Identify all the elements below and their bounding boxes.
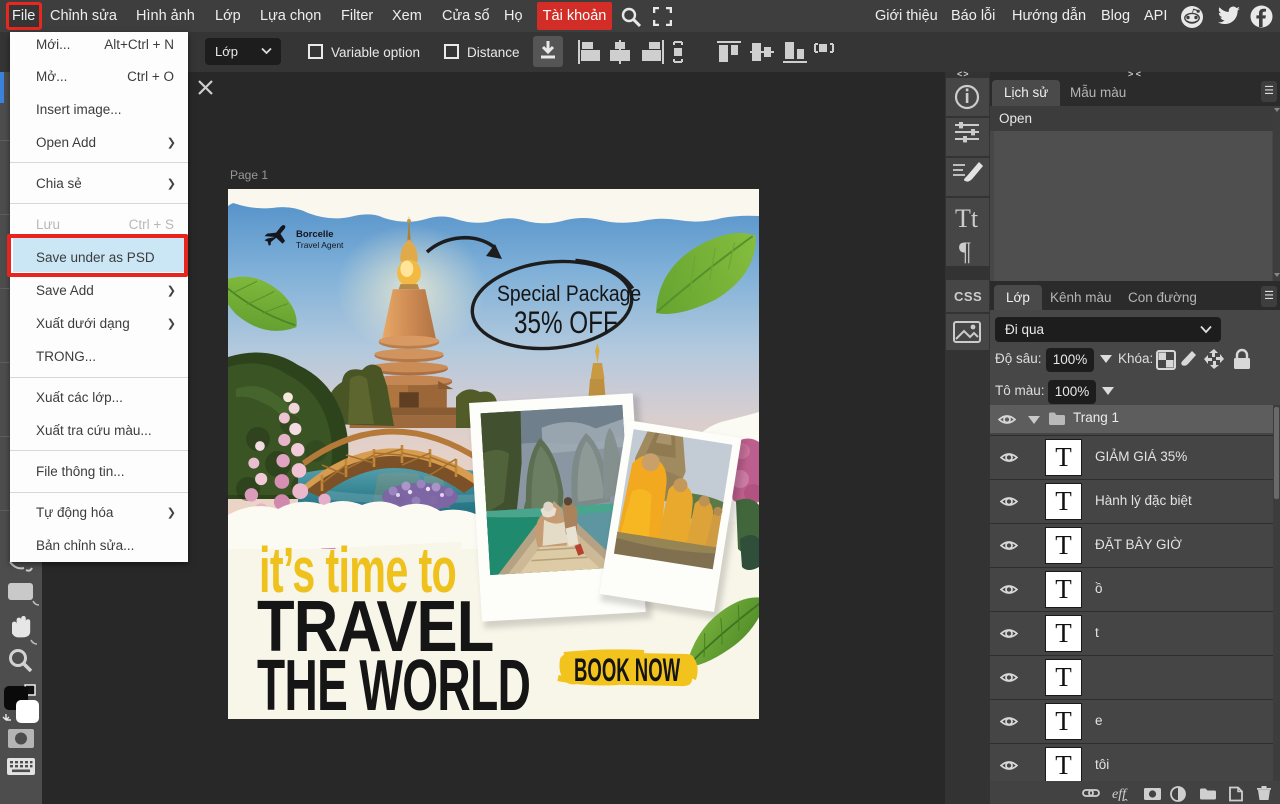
svg-text:THE WORLD: THE WORLD xyxy=(257,644,530,719)
svg-text:Borcelle: Borcelle xyxy=(296,229,334,240)
svg-text:¶: ¶ xyxy=(959,237,971,266)
svg-text:CSS: CSS xyxy=(954,289,982,304)
svg-text:Travel Agent: Travel Agent xyxy=(296,240,344,250)
svg-text:Tt: Tt xyxy=(955,204,979,233)
svg-text:35% OFF: 35% OFF xyxy=(514,305,618,340)
svg-text:Special Package: Special Package xyxy=(497,282,641,306)
svg-text:eff̭: eff̭ xyxy=(1112,787,1128,802)
svg-text:BOOK NOW: BOOK NOW xyxy=(574,652,680,689)
